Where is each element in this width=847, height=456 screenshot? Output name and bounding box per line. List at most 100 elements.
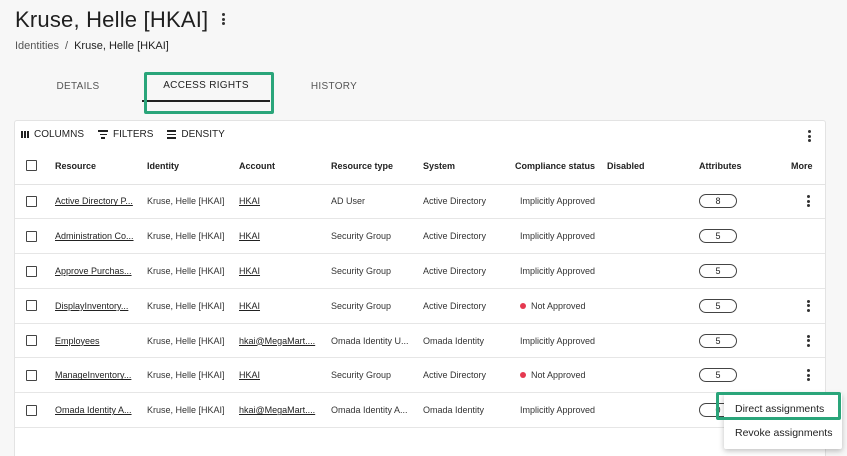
- resource-link[interactable]: Administration Co...: [55, 231, 135, 241]
- row-more-kebab-icon[interactable]: [804, 334, 812, 348]
- compliance-status-label: Implicitly Approved: [520, 265, 596, 276]
- grid-toolbar: COLUMNS FILTERS DENSITY: [21, 129, 225, 140]
- attributes-count-badge[interactable]: 5: [699, 263, 737, 278]
- compliance-status: Implicitly Approved: [515, 336, 595, 346]
- account-link[interactable]: HKAI: [239, 231, 319, 241]
- resource-link[interactable]: Approve Purchas...: [55, 266, 135, 276]
- breadcrumb: Identities / Kruse, Helle [HKAI]: [15, 40, 169, 52]
- compliance-status-label: Not Approved: [531, 300, 586, 311]
- attributes-count-badge[interactable]: 5: [699, 333, 737, 348]
- identity-cell: Kruse, Helle [HKAI]: [147, 370, 225, 381]
- density-label: DENSITY: [181, 129, 225, 140]
- resource-type-cell: Security Group: [331, 265, 392, 276]
- density-icon: [167, 130, 177, 139]
- filter-icon: [98, 130, 109, 139]
- tab-history[interactable]: HISTORY: [270, 70, 398, 102]
- compliance-status-label: Implicitly Approved: [520, 196, 596, 207]
- attributes-count-badge[interactable]: 8: [699, 194, 737, 209]
- row-more-kebab-icon[interactable]: [804, 299, 812, 313]
- tab-details[interactable]: DETAILS: [14, 70, 142, 102]
- row-checkbox[interactable]: [26, 404, 37, 416]
- breadcrumb-current: Kruse, Helle [HKAI]: [74, 40, 169, 52]
- account-link[interactable]: HKAI: [239, 370, 319, 380]
- table-row[interactable]: ManageInventory... Kruse, Helle [HKAI] HKA…: [15, 357, 825, 394]
- resource-link[interactable]: Active Directory P...: [55, 196, 135, 206]
- table-row[interactable]: DisplayInventory... Kruse, Helle [HKAI] HK…: [15, 288, 825, 324]
- header-resource[interactable]: Resource: [55, 148, 147, 185]
- identity-cell: Kruse, Helle [HKAI]: [147, 231, 225, 242]
- system-cell: Active Directory: [423, 370, 487, 381]
- resource-link[interactable]: Omada Identity A...: [55, 405, 135, 415]
- system-cell: Active Directory: [423, 196, 487, 207]
- table-row[interactable]: Approve Purchas... Kruse, Helle [HKAI] HKA…: [15, 253, 825, 289]
- select-all-checkbox[interactable]: [26, 160, 37, 172]
- account-link[interactable]: HKAI: [239, 301, 319, 311]
- table-header-row: Resource Identity Account Resource type …: [15, 148, 825, 185]
- columns-label: COLUMNS: [34, 129, 85, 140]
- resource-type-cell: Security Group: [331, 231, 392, 242]
- compliance-status-label: Implicitly Approved: [520, 231, 596, 242]
- header-attributes[interactable]: Attributes: [699, 148, 791, 185]
- row-checkbox[interactable]: [26, 369, 37, 381]
- system-cell: Active Directory: [423, 300, 487, 311]
- row-more-kebab-icon[interactable]: [804, 368, 812, 382]
- header-identity[interactable]: Identity: [147, 148, 239, 185]
- row-checkbox[interactable]: [26, 230, 37, 242]
- resource-type-cell: Security Group: [331, 300, 392, 311]
- table-row[interactable]: Omada Identity A... Kruse, Helle [HKAI] hk…: [15, 392, 825, 429]
- attributes-count-badge[interactable]: 5: [699, 368, 737, 383]
- header-account[interactable]: Account: [239, 148, 331, 185]
- account-link[interactable]: hkai@MegaMart....: [239, 336, 319, 346]
- compliance-status-label: Implicitly Approved: [520, 335, 596, 346]
- grid-options-kebab-icon[interactable]: [805, 129, 813, 143]
- row-context-menu: Direct assignments Revoke assignments: [724, 393, 842, 449]
- compliance-status-label: Not Approved: [531, 370, 586, 381]
- system-cell: Active Directory: [423, 265, 487, 276]
- header-disabled[interactable]: Disabled: [607, 148, 699, 185]
- identity-cell: Kruse, Helle [HKAI]: [147, 300, 225, 311]
- row-more-kebab-icon[interactable]: [804, 194, 812, 208]
- filters-button[interactable]: FILTERS: [98, 129, 153, 140]
- page-title: Kruse, Helle [HKAI]: [15, 7, 209, 32]
- compliance-status: Implicitly Approved: [515, 266, 595, 276]
- columns-icon: [21, 131, 29, 138]
- table-row[interactable]: Active Directory P... Kruse, Helle [HKAI]…: [15, 184, 825, 220]
- page-options-kebab-icon[interactable]: [218, 11, 228, 27]
- menu-item-direct-assignments[interactable]: Direct assignments: [724, 397, 842, 421]
- resource-link[interactable]: Employees: [55, 336, 135, 346]
- access-rights-table: Resource Identity Account Resource type …: [15, 148, 825, 429]
- density-button[interactable]: DENSITY: [167, 129, 225, 140]
- attributes-count-badge[interactable]: 5: [699, 298, 737, 313]
- compliance-status: Implicitly Approved: [515, 231, 595, 241]
- compliance-status: Implicitly Approved: [515, 405, 595, 415]
- compliance-status: Not Approved: [515, 301, 586, 311]
- table-row[interactable]: Employees Kruse, Helle [HKAI] hkai@MegaMar…: [15, 323, 825, 359]
- attributes-count-badge[interactable]: 5: [699, 229, 737, 244]
- system-cell: Omada Identity: [423, 335, 485, 346]
- resource-type-cell: Omada Identity U...: [331, 335, 409, 346]
- menu-item-revoke-assignments[interactable]: Revoke assignments: [724, 421, 842, 445]
- breadcrumb-identities-link[interactable]: Identities: [15, 40, 59, 52]
- tab-bar: DETAILS ACCESS RIGHTS HISTORY: [14, 70, 824, 104]
- header-compliance-status[interactable]: Compliance status: [515, 148, 607, 185]
- compliance-status: Not Approved: [515, 370, 586, 380]
- account-link[interactable]: HKAI: [239, 266, 319, 276]
- resource-link[interactable]: DisplayInventory...: [55, 301, 135, 311]
- system-cell: Omada Identity: [423, 405, 485, 416]
- columns-button[interactable]: COLUMNS: [21, 129, 84, 140]
- row-checkbox[interactable]: [26, 300, 37, 312]
- row-checkbox[interactable]: [26, 265, 37, 277]
- resource-type-cell: Security Group: [331, 370, 392, 381]
- identity-cell: Kruse, Helle [HKAI]: [147, 265, 225, 276]
- resource-link[interactable]: ManageInventory...: [55, 370, 135, 380]
- row-checkbox[interactable]: [26, 195, 37, 207]
- row-checkbox[interactable]: [26, 335, 37, 347]
- compliance-status-label: Implicitly Approved: [520, 405, 596, 416]
- header-resource-type[interactable]: Resource type: [331, 148, 423, 185]
- tab-access-rights[interactable]: ACCESS RIGHTS: [142, 70, 270, 102]
- system-cell: Active Directory: [423, 231, 487, 242]
- account-link[interactable]: HKAI: [239, 196, 319, 206]
- header-system[interactable]: System: [423, 148, 515, 185]
- table-row[interactable]: Administration Co... Kruse, Helle [HKAI] H…: [15, 218, 825, 255]
- account-link[interactable]: hkai@MegaMart....: [239, 405, 319, 415]
